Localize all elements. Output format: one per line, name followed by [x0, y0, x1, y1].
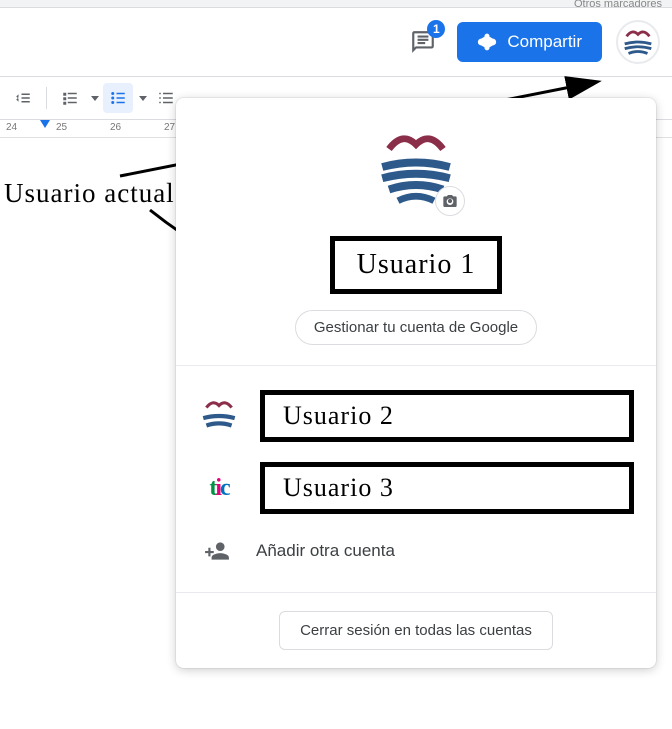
ruler-tick: 26: [110, 122, 121, 133]
share-button[interactable]: Compartir: [457, 22, 602, 62]
ruler-tick: 25: [56, 122, 67, 133]
account-avatar: tic: [198, 467, 240, 509]
sign-out-all-button[interactable]: Cerrar sesión en todas las cuentas: [279, 611, 553, 650]
account-avatar-button[interactable]: [616, 20, 660, 64]
avatar-logo-icon: [198, 395, 240, 437]
account-name-box: Usuario 2: [260, 390, 634, 442]
line-spacing-button[interactable]: [8, 83, 38, 113]
ruler-tick: 24: [6, 122, 17, 133]
browser-top-strip: Otros marcadores: [0, 0, 672, 8]
manage-account-button[interactable]: Gestionar tu cuenta de Google: [295, 310, 537, 345]
camera-icon: [442, 193, 458, 209]
share-button-label: Compartir: [507, 32, 582, 52]
checklist-button[interactable]: [55, 83, 85, 113]
account-name-box: Usuario 3: [260, 462, 634, 514]
add-account-label: Añadir otra cuenta: [256, 541, 395, 561]
sign-out-label: Cerrar sesión en todas las cuentas: [300, 622, 532, 639]
toolbar-separator: [46, 87, 47, 109]
ruler-tick: 27: [164, 122, 175, 133]
ruler-indent-marker[interactable]: [40, 120, 50, 128]
account-name: Usuario 2: [283, 401, 394, 430]
bulleted-list-button[interactable]: [103, 83, 133, 113]
tic-logo-icon: tic: [209, 475, 228, 502]
current-account-avatar: [371, 122, 461, 212]
annotation-current-user-label: Usuario actual: [4, 178, 175, 209]
change-avatar-button[interactable]: [435, 186, 465, 216]
share-icon: [477, 32, 497, 52]
current-account-section: Usuario 1 Gestionar tu cuenta de Google: [176, 98, 656, 366]
chevron-down-icon[interactable]: [91, 96, 99, 101]
add-account-button[interactable]: Añadir otra cuenta: [176, 524, 656, 578]
account-switcher-popup: Usuario 1 Gestionar tu cuenta de Google …: [176, 98, 656, 668]
bookmarks-folder-label[interactable]: Otros marcadores: [574, 0, 662, 10]
account-avatar: [198, 395, 240, 437]
person-add-icon: [204, 538, 230, 564]
comments-button[interactable]: 1: [403, 22, 443, 62]
manage-account-label: Gestionar tu cuenta de Google: [314, 319, 518, 336]
current-user-name: Usuario 1: [357, 249, 476, 280]
account-name: Usuario 3: [283, 473, 394, 502]
sign-out-section: Cerrar sesión en todas las cuentas: [176, 593, 656, 668]
other-accounts-section: Usuario 2 tic Usuario 3 Añadir otra cuen…: [176, 366, 656, 593]
app-header: 1 Compartir: [0, 8, 672, 76]
account-row[interactable]: tic Usuario 3: [176, 452, 656, 524]
current-user-name-box: Usuario 1: [330, 236, 503, 294]
account-row[interactable]: Usuario 2: [176, 380, 656, 452]
chevron-down-icon[interactable]: [139, 96, 147, 101]
avatar-logo-icon: [619, 23, 657, 61]
comments-badge: 1: [427, 20, 445, 38]
